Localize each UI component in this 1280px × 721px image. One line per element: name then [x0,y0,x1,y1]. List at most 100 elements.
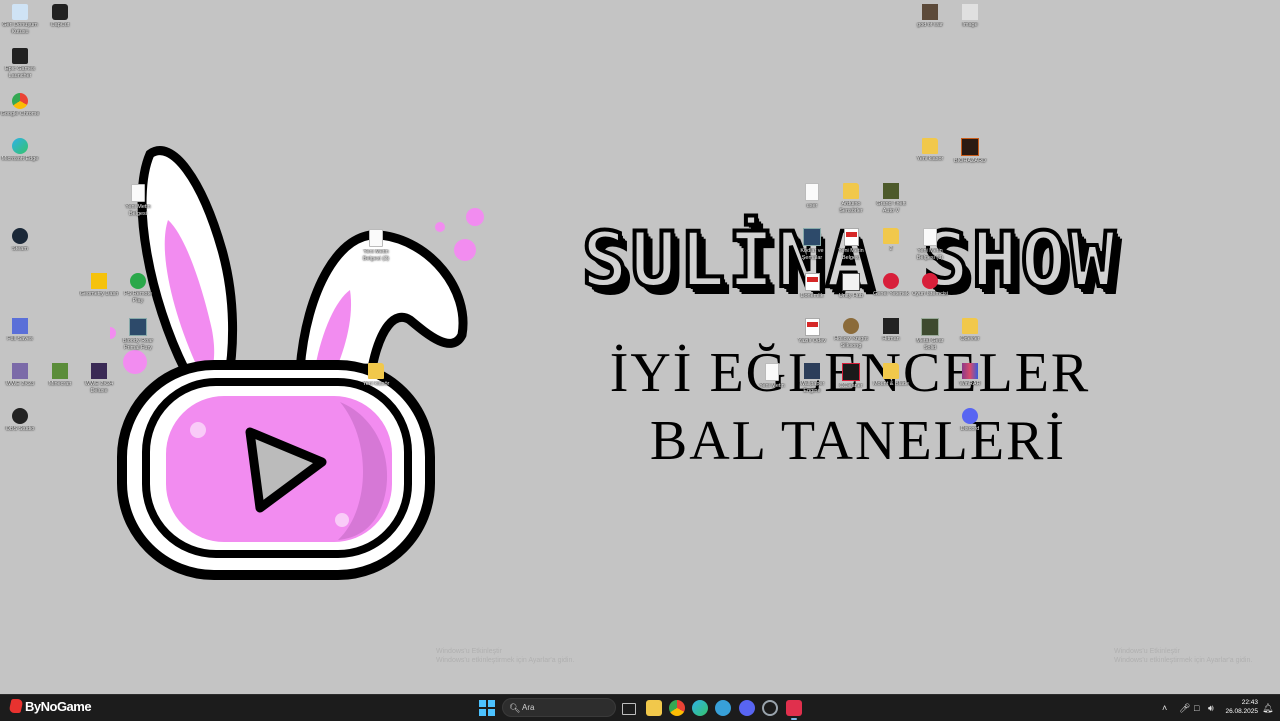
epic-games-icon [12,48,28,64]
desktop-icon-epic-games[interactable]: Epic Games Launcher [0,46,40,80]
desktop-icon-obs[interactable]: OBS Studio [0,406,40,433]
game-icon [843,318,859,334]
desktop-icon-label: Mount & Blade [872,381,910,387]
desktop-icon-full-saves[interactable]: Full Saves [0,316,40,343]
desktop-icon-wwe-2k23[interactable]: WWE 2K23 [0,361,40,388]
unity-icon [842,273,860,291]
desktop-icon-ps-remote-play[interactable]: PS Remote Play [118,271,158,305]
desktop-icon-minecraft[interactable]: Minecraft [40,361,80,388]
desktop-icon-biohazard[interactable]: BIOHAZARD [950,136,990,165]
taskbar: 🔍︎ Ara ˄ 🎤︎ □ 🔊︎ 22:43 26.08.2025 🔔︎ [0,694,1280,721]
watermark-title: Windows'u Etkinleştir [436,648,502,655]
volume-icon[interactable]: 🔊︎ [1208,701,1214,715]
desktop-icon-silksong[interactable]: Hollow Knight Silksong [831,316,871,350]
desktop-icon-steam[interactable]: Steam [0,226,40,253]
chrome-icon [12,93,28,109]
desktop[interactable]: SULİNA SHOW İYİ EĞLENCELER BAL TANELERİ … [0,0,1280,694]
desktop-icon-label: Epic Games Launcher [5,66,35,79]
desktop-icon-capcut[interactable]: CapCut [40,2,80,29]
capcut-icon [52,4,68,20]
watermark-text: Windows'u etkinleştirmek için Ayarlar'a … [436,657,575,664]
watermark-text: Windows'u etkinleştirmek için Ayarlar'a … [1114,657,1253,664]
taskbar-search-box[interactable]: 🔍︎ Ara [502,698,616,717]
pdf-icon [804,318,820,336]
app-icon[interactable] [715,700,731,716]
desktop-icon-label: god of war [917,22,943,28]
game-icon [921,318,939,336]
desktop-icon-donemlik[interactable]: Dönemlik [792,271,832,300]
chrome-icon[interactable] [669,700,685,716]
desktop-icon-yazili-odev[interactable]: Yazılı Ödev [792,316,832,345]
text-file-icon [765,363,779,381]
desktop-icon-folder-two[interactable]: 2 [871,226,911,253]
desktop-icon-chrome[interactable]: Google Chrome [0,91,40,118]
task-view-button[interactable] [622,703,636,715]
app-icon [842,363,860,381]
desktop-icon-label: Minecraft [48,381,72,387]
image-icon [962,4,978,20]
desktop-icon-god-of-war[interactable]: god of war [910,2,950,29]
desktop-icon-label: CCleaner [839,383,863,389]
desktop-icon-label: Ödevler [960,336,980,342]
desktop-icon-user[interactable]: user [792,181,832,210]
desktop-icon-hitman[interactable]: Hitman [871,316,911,343]
desktop-icon-arduino[interactable]: Arduino Sensörler [831,181,871,215]
desktop-icon-text-file-2[interactable]: Yeni Metin Belgesi (2) [356,227,396,263]
desktop-icon-label: Hitman [882,336,900,342]
desktop-icon-label: Wallpaper Engine [799,381,825,394]
edge-icon[interactable] [692,700,708,716]
desktop-icon-label: Metal Gear Solid [916,338,944,351]
recycle-bin-icon [12,4,28,20]
discord-icon[interactable] [739,700,755,716]
desktop-icon-label: CapCut [50,22,70,28]
desktop-icon-label: Discord [960,426,980,432]
desktop-icon-odevler[interactable]: Ödevler [950,316,990,343]
desktop-icon-discord[interactable]: Discord [950,406,990,433]
desktop-icon-label: Steam [12,246,28,252]
desktop-icon-genel-yetenek[interactable]: Genel Yetenek [871,271,911,298]
desktop-icon-winrar[interactable]: WinRAR [950,361,990,388]
file-explorer-icon[interactable] [646,700,662,716]
minecraft-icon [52,363,68,379]
desktop-icon-text-file-3[interactable]: Yeni Metin Belgesi (3) [910,226,950,262]
game-icon [922,4,938,20]
start-button[interactable] [479,700,495,716]
notifications-icon[interactable]: 🔔︎ [1262,701,1273,715]
desktop-icon-kodlar[interactable]: Kodlar ve Şemalar [792,226,832,262]
desktop-icon-folder-2[interactable]: Yeni klasör [910,136,950,163]
desktop-icon-label: Grand Theft Auto V [876,201,906,214]
desktop-icon-folder-new[interactable]: Yeni klasör [356,361,396,388]
search-icon: 🔍︎ [509,703,521,713]
desktop-icon-unity-hub[interactable]: Unity Hub [831,271,871,300]
desktop-icon-ccleaner[interactable]: CCleaner [831,361,871,390]
desktop-icon-label: Oyun İstemcisi [911,291,949,297]
chevron-up-icon[interactable]: ˄ [1162,701,1167,715]
game-icon [91,273,107,289]
game-icon [883,363,899,379]
desktop-icon-label: WWE 2K23 [5,381,35,387]
desktop-icon-label: Geri Dönüşüm Kutusu [2,22,38,35]
desktop-icon-text-file[interactable]: Yeni Metin Belgesi [118,182,158,218]
desktop-icon-text-file-4[interactable]: Yeni Metin [752,361,792,390]
desktop-icon-wallpaper-engine[interactable]: Wallpaper Engine [792,361,832,395]
activation-watermark-right: Windows'u Etkinleştir Windows'u etkinleş… [1114,647,1252,665]
steam-icon[interactable] [762,700,778,716]
desktop-icon-wwe-2k24[interactable]: WWE 2K24 Deluxe [79,361,119,395]
desktop-icon-bloody-roar[interactable]: Bloody Roar Primal Fury [118,316,158,352]
recording-app-icon[interactable] [786,700,802,720]
pdf-icon [804,273,820,291]
desktop-icon-recycle-bin[interactable]: Geri Dönüşüm Kutusu [0,2,40,36]
microphone-icon[interactable]: 🎤︎ [1179,701,1190,715]
desktop-icon-mount-blade[interactable]: Mount & Blade [871,361,911,388]
desktop-icon-gta-v[interactable]: Grand Theft Auto V [871,181,911,215]
desktop-icon-label: Image [962,22,978,28]
network-icon[interactable]: □ [1194,701,1199,715]
desktop-icon-pdf-doc[interactable]: Yeni Metin Belgesi [831,226,871,262]
desktop-icon-edge[interactable]: Microsoft Edge [0,136,40,163]
game-icon [804,363,820,379]
desktop-icon-oyun-istemcisi[interactable]: Oyun İstemcisi [910,271,950,298]
desktop-icon-mgs[interactable]: Metal Gear Solid [910,316,950,352]
desktop-icon-geometry-dash[interactable]: Geometry Dash [79,271,119,298]
desktop-icon-image[interactable]: Image [950,2,990,29]
taskbar-clock[interactable]: 22:43 26.08.2025 [1222,698,1258,716]
